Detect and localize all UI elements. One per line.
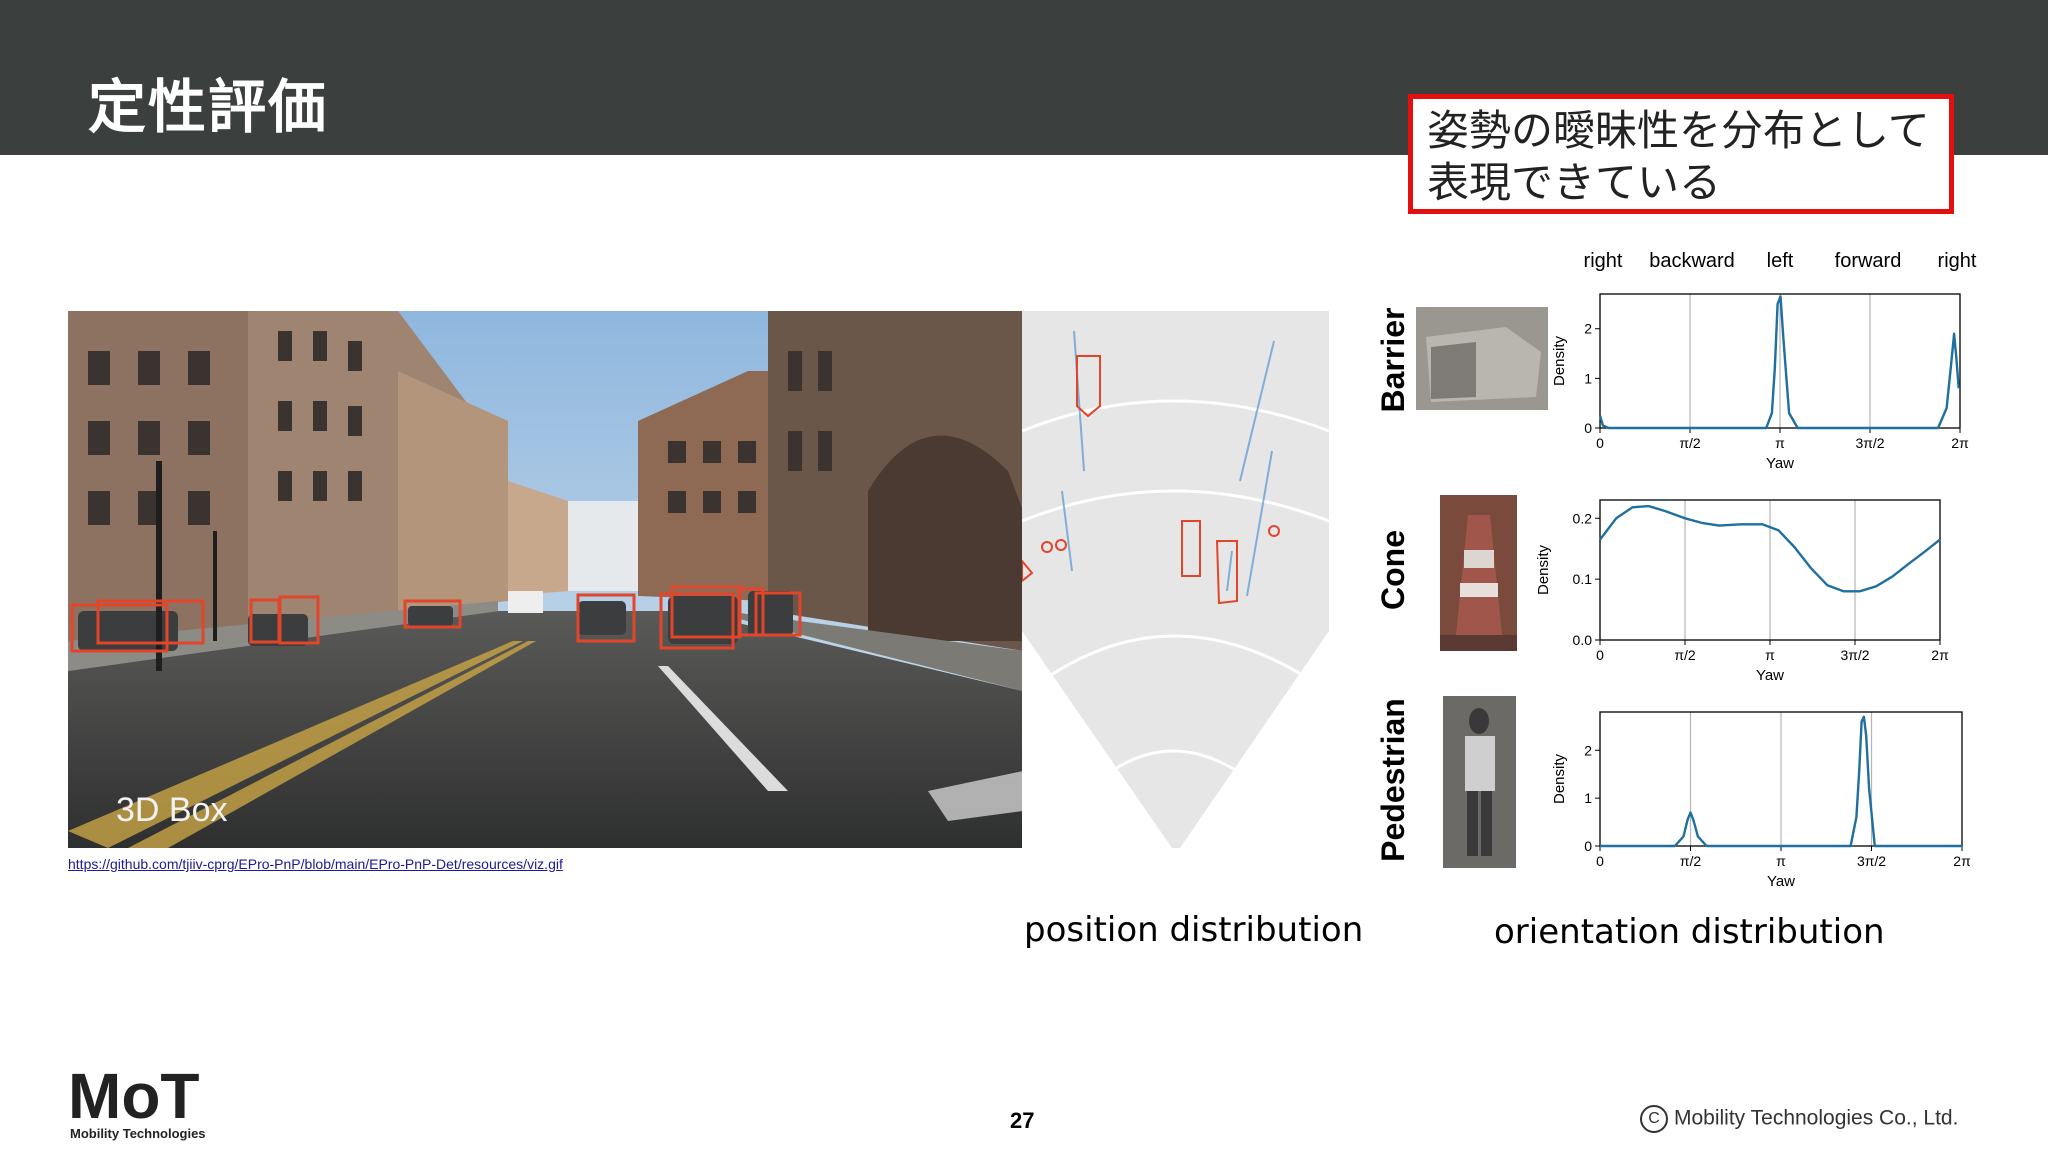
x-tick-label: 3π/2 — [1857, 853, 1886, 869]
y-tick-label: 1 — [1584, 790, 1592, 806]
cone-density-chart: 0 π/2 π 3π/2 2π 0.0 0.1 0.2 Yaw Density — [1530, 490, 1970, 695]
scene-label: 3D Box — [116, 791, 228, 829]
row-label-pedestrian: Pedestrian — [1375, 698, 1411, 862]
callout-line-1: 姿勢の曖昧性を分布として — [1427, 106, 1930, 155]
barrier-thumbnail — [1416, 307, 1548, 410]
x-tick-label: π — [1765, 647, 1775, 663]
density-curve — [1598, 295, 1960, 430]
highlight-callout: 姿勢の曖昧性を分布として 表現できている — [1408, 94, 1954, 214]
copyright-notice: C Mobility Technologies Co., Ltd. — [1640, 1105, 1958, 1133]
orientation-caption: orientation distribution — [1494, 912, 1885, 952]
pedestrian-thumbnail — [1443, 696, 1516, 868]
direction-labels: right backward left forward right — [1560, 250, 2000, 280]
x-tick-label: 0 — [1596, 435, 1604, 451]
direction-label: backward — [1649, 250, 1735, 272]
x-tick-label: 0 — [1596, 647, 1604, 663]
copyright-icon: C — [1640, 1105, 1668, 1133]
x-tick-label: 2π — [1951, 435, 1969, 451]
y-tick-label: 0 — [1584, 420, 1592, 436]
y-tick-label: 1 — [1584, 370, 1592, 386]
x-tick-label: 2π — [1931, 647, 1949, 663]
x-tick-label: π/2 — [1674, 647, 1696, 663]
row-label-cone: Cone — [1375, 530, 1411, 610]
street-scene-illustration: 3D Box — [68, 311, 1023, 848]
x-axis-label: Yaw — [1767, 873, 1795, 890]
cone-thumbnail — [1440, 495, 1517, 651]
logo-subtext: Mobility Technologies — [70, 1126, 206, 1141]
y-tick-label: 0.1 — [1573, 571, 1593, 587]
x-tick-label: π/2 — [1680, 853, 1702, 869]
direction-label: right — [1937, 250, 1977, 272]
barrier-density-chart: 0 π/2 π 3π/2 2π 0 1 2 Yaw Density — [1550, 282, 1970, 482]
y-axis-label: Density — [1551, 753, 1568, 804]
y-tick-label: 0.2 — [1573, 510, 1593, 526]
callout-line-2: 表現できている — [1427, 158, 1722, 207]
density-plot-svg: 0 π/2 π 3π/2 2π 0.0 0.1 0.2 Yaw Density — [1535, 499, 1949, 684]
pedestrian-density-chart: 0 π/2 π 3π/2 2π 0 1 2 Yaw Density — [1550, 700, 1972, 900]
row-label-barrier: Barrier — [1375, 307, 1411, 413]
y-axis-label: Density — [1535, 544, 1552, 595]
y-axis-label: Density — [1551, 335, 1568, 386]
direction-label: forward — [1834, 250, 1902, 272]
x-tick-label: π — [1775, 435, 1785, 451]
street-scene-image: 3D Box — [68, 311, 1023, 848]
x-tick-label: π/2 — [1679, 435, 1701, 451]
y-tick-label: 0 — [1584, 838, 1592, 854]
x-tick-label: π — [1776, 853, 1786, 869]
logo-mark-text: MoT — [68, 1062, 200, 1126]
x-tick-label: 2π — [1953, 853, 1971, 869]
direction-label: right — [1583, 250, 1623, 272]
y-tick-label: 2 — [1584, 742, 1592, 758]
density-plot-svg: 0 π/2 π 3π/2 2π 0 1 2 Yaw Density — [1551, 293, 1969, 472]
y-tick-label: 0.0 — [1573, 632, 1593, 648]
x-tick-label: 3π/2 — [1840, 647, 1869, 663]
copyright-text: Mobility Technologies Co., Ltd. — [1674, 1106, 1959, 1130]
source-link[interactable]: https://github.com/tjiiv-cprg/EPro-PnP/b… — [68, 856, 563, 872]
position-caption: position distribution — [1024, 910, 1364, 950]
bev-illustration — [1022, 311, 1329, 848]
position-distribution-image — [1022, 311, 1329, 848]
x-tick-label: 3π/2 — [1855, 435, 1884, 451]
x-axis-label: Yaw — [1766, 455, 1794, 472]
y-tick-label: 2 — [1584, 321, 1592, 337]
slide-title: 定性評価 — [88, 73, 329, 141]
x-axis-label: Yaw — [1756, 667, 1784, 684]
density-plot-svg: 0 π/2 π 3π/2 2π 0 1 2 Yaw Density — [1551, 711, 1971, 890]
direction-label: left — [1766, 250, 1794, 272]
page-number: 27 — [1010, 1108, 1035, 1133]
x-tick-label: 0 — [1596, 853, 1604, 869]
